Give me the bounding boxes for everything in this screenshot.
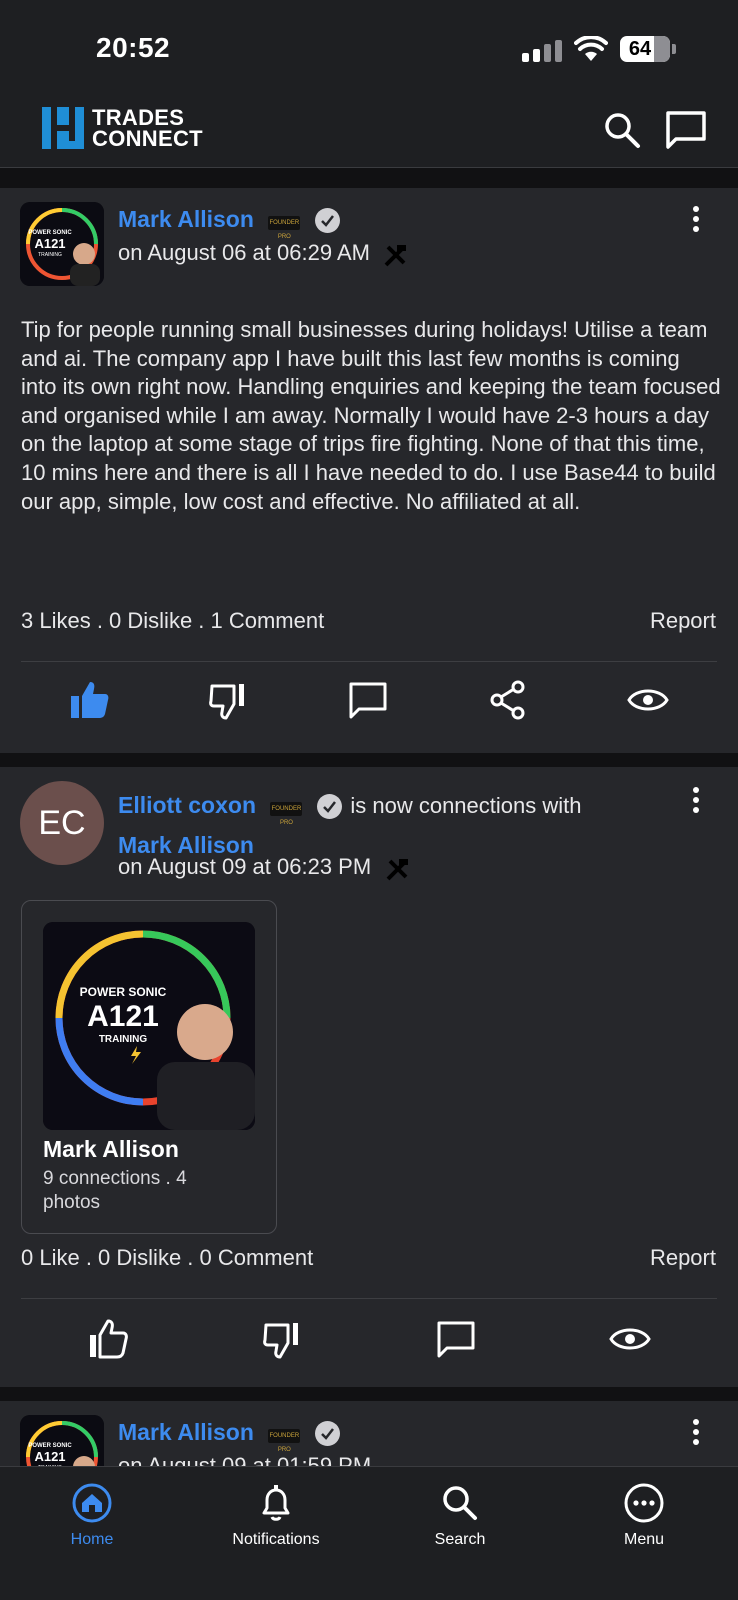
nav-label: Search bbox=[434, 1531, 486, 1548]
connection-meta: 9 connections . 4 photos bbox=[43, 1168, 187, 1213]
post-date-row: on August 09 at 01:59 PM bbox=[118, 1453, 371, 1466]
logo-line1: TRADES bbox=[92, 105, 185, 130]
avatar-image: POWER SONIC A121 TRAINING bbox=[20, 202, 104, 286]
logo-mark-icon bbox=[42, 107, 84, 149]
report-link[interactable]: Report bbox=[650, 608, 716, 634]
avatar-text-2: A121 bbox=[34, 1449, 65, 1464]
battery-level: 64 bbox=[628, 38, 652, 60]
founder-badge: FOUNDER PRO bbox=[268, 1428, 301, 1453]
battery-tip bbox=[672, 44, 676, 54]
tools-icon bbox=[385, 244, 407, 267]
photo-text-1: POWER SONIC bbox=[80, 985, 167, 999]
avatar-text-3: TRAINING bbox=[38, 252, 62, 258]
app-header: TRADES CONNECT bbox=[0, 96, 738, 168]
wifi-icon bbox=[574, 36, 608, 61]
post-date-row: on August 09 at 06:23 PM bbox=[118, 854, 410, 883]
founder-badge: FOUNDER PRO bbox=[268, 215, 301, 240]
search-icon[interactable] bbox=[602, 110, 642, 150]
activity-text: is now connections with bbox=[350, 793, 582, 818]
like-icon[interactable] bbox=[86, 1317, 130, 1361]
avatar-image: POWER SONIC A121 TRAINING bbox=[20, 1415, 104, 1466]
connection-photo: POWER SONIC A121 TRAINING bbox=[43, 922, 255, 1130]
verified-icon bbox=[316, 794, 342, 820]
comment-icon[interactable] bbox=[434, 1317, 478, 1361]
nav-label: Notifications bbox=[232, 1531, 320, 1548]
like-icon[interactable] bbox=[68, 678, 112, 722]
feed[interactable]: POWER SONIC A121 TRAINING Mark Allison F… bbox=[0, 168, 738, 1466]
bell-icon bbox=[262, 1485, 290, 1521]
status-bar: 20:52 64 bbox=[0, 0, 738, 96]
views-eye-icon[interactable] bbox=[626, 678, 670, 722]
post-body: Tip for people running small businesses … bbox=[21, 317, 721, 514]
bottom-navigation: Home Notifications Search Menu bbox=[0, 1466, 738, 1600]
report-link[interactable]: Report bbox=[650, 1245, 716, 1271]
home-icon bbox=[72, 1483, 112, 1523]
menu-dots-icon bbox=[624, 1483, 664, 1523]
post-card: EC Elliott coxon FOUNDER PRO is now conn… bbox=[0, 767, 738, 1387]
nav-label: Home bbox=[70, 1531, 114, 1548]
divider bbox=[21, 661, 717, 662]
post-card: POWER SONIC A121 TRAINING Mark Allison F… bbox=[0, 188, 738, 753]
trades-connect-logo[interactable]: TRADES CONNECT bbox=[42, 106, 203, 150]
author-avatar[interactable]: POWER SONIC A121 TRAINING bbox=[20, 202, 104, 286]
post-header: Mark Allison FOUNDER PRO bbox=[118, 206, 340, 240]
author-name[interactable]: Elliott coxon bbox=[118, 792, 256, 818]
nav-menu[interactable]: Menu bbox=[574, 1481, 714, 1549]
views-eye-icon[interactable] bbox=[608, 1317, 652, 1361]
post-header: Mark Allison FOUNDER PRO bbox=[118, 1419, 340, 1453]
logo-line2: CONNECT bbox=[92, 126, 203, 151]
post-date-row: on August 06 at 06:29 AM bbox=[118, 240, 408, 269]
battery-icon: 64 bbox=[620, 36, 670, 62]
chat-icon[interactable] bbox=[664, 110, 708, 150]
post-menu-button[interactable] bbox=[688, 1419, 704, 1451]
author-avatar[interactable]: EC bbox=[20, 781, 104, 865]
dislike-icon[interactable] bbox=[206, 678, 250, 722]
nav-label: Menu bbox=[623, 1531, 665, 1548]
cellular-signal-icon bbox=[522, 40, 562, 62]
nav-notifications[interactable]: Notifications bbox=[206, 1481, 346, 1549]
divider bbox=[21, 1298, 717, 1299]
nav-search[interactable]: Search bbox=[390, 1481, 530, 1549]
connection-profile-card[interactable]: POWER SONIC A121 TRAINING Mark Allison 9… bbox=[21, 900, 277, 1234]
share-icon[interactable] bbox=[486, 678, 530, 722]
dislike-icon[interactable] bbox=[260, 1317, 304, 1361]
post-menu-button[interactable] bbox=[688, 206, 704, 238]
author-name[interactable]: Mark Allison bbox=[118, 206, 254, 232]
post-date: on August 09 at 06:23 PM bbox=[118, 854, 372, 879]
status-time: 20:52 bbox=[96, 32, 171, 63]
founder-badge: FOUNDER PRO bbox=[270, 801, 303, 826]
post-date: on August 09 at 01:59 PM bbox=[118, 1453, 372, 1466]
post-date: on August 06 at 06:29 AM bbox=[118, 240, 370, 265]
verified-icon bbox=[314, 1421, 340, 1447]
post-stats[interactable]: 0 Like . 0 Dislike . 0 Comment bbox=[21, 1245, 313, 1271]
post-card: POWER SONIC A121 TRAINING Mark Allison F… bbox=[0, 1401, 738, 1466]
tools-icon bbox=[386, 858, 408, 881]
photo-text-2: A121 bbox=[87, 1000, 159, 1033]
comment-icon[interactable] bbox=[346, 678, 390, 722]
photo-text-3: TRAINING bbox=[99, 1034, 148, 1045]
author-name[interactable]: Mark Allison bbox=[118, 1419, 254, 1445]
nav-home[interactable]: Home bbox=[22, 1481, 162, 1549]
post-menu-button[interactable] bbox=[688, 787, 704, 819]
avatar-text-2: A121 bbox=[34, 236, 65, 251]
verified-icon bbox=[314, 208, 340, 234]
connection-name: Mark Allison bbox=[43, 1136, 179, 1162]
author-avatar[interactable]: POWER SONIC A121 TRAINING bbox=[20, 1415, 104, 1466]
post-stats[interactable]: 3 Likes . 0 Dislike . 1 Comment bbox=[21, 608, 324, 634]
search-icon bbox=[443, 1486, 477, 1520]
